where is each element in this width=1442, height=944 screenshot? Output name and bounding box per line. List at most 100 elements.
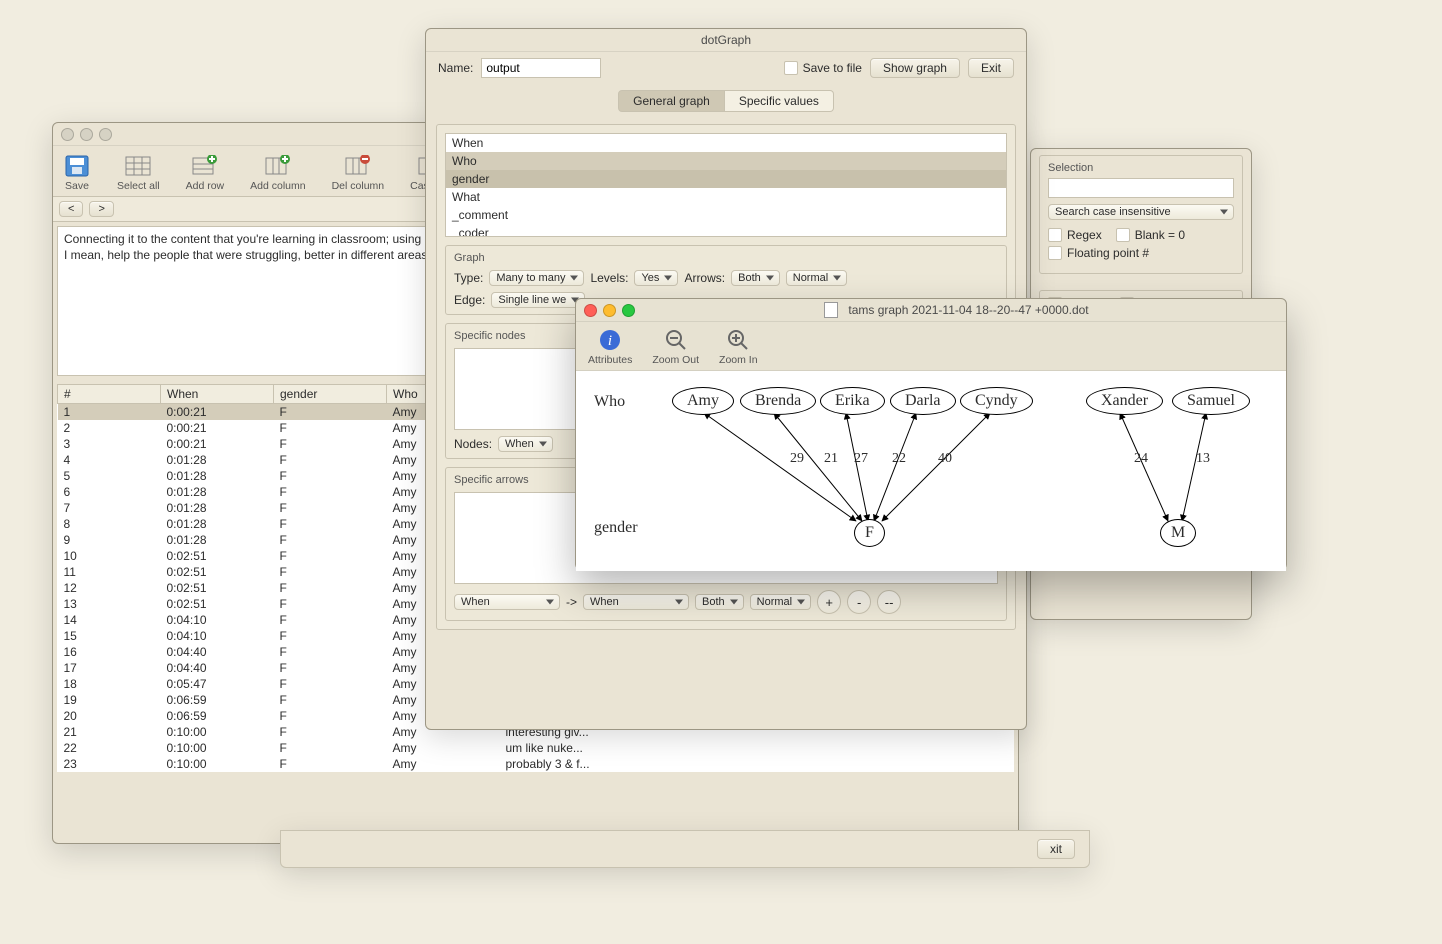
add-row-button[interactable]: Add row <box>186 154 225 192</box>
add-column-button[interactable]: Add column <box>250 154 305 192</box>
select-all-button[interactable]: Select all <box>117 154 160 192</box>
node-erika[interactable]: Erika <box>820 387 885 415</box>
edge-weight-brenda: 21 <box>824 451 838 467</box>
cell-gender: F <box>274 564 387 580</box>
node-brenda[interactable]: Brenda <box>740 387 816 415</box>
cell-gender: F <box>274 484 387 500</box>
minimize-icon[interactable] <box>603 304 616 317</box>
arrows-select-2[interactable]: Normal <box>786 270 847 286</box>
arrow-dir-select[interactable]: Both <box>695 594 744 610</box>
arrow-to-select[interactable]: When <box>583 594 689 610</box>
row-label-gender: gender <box>594 519 638 537</box>
col-header-idx[interactable]: # <box>58 385 161 404</box>
save-button[interactable]: Save <box>63 154 91 192</box>
arrow-from-select[interactable]: When <box>454 594 560 610</box>
attributes-label: Attributes <box>588 354 632 366</box>
field-list[interactable]: WhenWhogenderWhat_comment_coder <box>445 133 1007 237</box>
cell-when: 0:10:00 <box>161 724 274 740</box>
save-label: Save <box>65 180 89 192</box>
table-row[interactable]: 220:10:00FAmyum like nuke... <box>58 740 1014 756</box>
zoom-in-button[interactable]: Zoom In <box>719 328 758 366</box>
levels-select[interactable]: Yes <box>634 270 678 286</box>
cell-when: 0:05:47 <box>161 676 274 692</box>
row-label-who: Who <box>594 393 625 411</box>
dotgraph-title: dotGraph <box>434 33 1018 47</box>
regex-checkbox[interactable]: Regex <box>1048 228 1102 242</box>
zoom-icon[interactable] <box>99 128 112 141</box>
cell-idx: 15 <box>58 628 161 644</box>
selection-search-input[interactable] <box>1048 178 1234 198</box>
prev-button[interactable]: < <box>59 201 83 217</box>
edge-select[interactable]: Single line we <box>491 292 585 308</box>
add-row-label: Add row <box>186 180 225 192</box>
field-list-item[interactable]: gender <box>446 170 1006 188</box>
node-darla[interactable]: Darla <box>890 387 956 415</box>
cell-gender: F <box>274 468 387 484</box>
minimize-icon[interactable] <box>80 128 93 141</box>
cell-gender: F <box>274 532 387 548</box>
node-xander[interactable]: Xander <box>1086 387 1163 415</box>
cell-when: 0:00:21 <box>161 404 274 421</box>
cell-when: 0:02:51 <box>161 564 274 580</box>
field-list-item[interactable]: What <box>446 188 1006 206</box>
col-header-gender[interactable]: gender <box>274 385 387 404</box>
table-row[interactable]: 230:10:00FAmyprobably 3 & f... <box>58 756 1014 772</box>
del-column-label: Del column <box>332 180 385 192</box>
del-column-button[interactable]: Del column <box>332 154 385 192</box>
nodes-label: Nodes: <box>454 437 492 451</box>
document-icon <box>824 302 838 318</box>
field-list-item[interactable]: Who <box>446 152 1006 170</box>
node-f[interactable]: F <box>854 519 885 547</box>
graph-titlebar[interactable]: tams graph 2021-11-04 18--20--47 +0000.d… <box>576 299 1286 322</box>
field-list-item[interactable]: _coder <box>446 224 1006 237</box>
arrow-remove-all-button[interactable]: -- <box>877 590 901 614</box>
exit-button[interactable]: Exit <box>968 58 1014 78</box>
arrow-style-select[interactable]: Normal <box>750 594 811 610</box>
save-to-file-label: Save to file <box>803 61 862 75</box>
blank0-checkbox[interactable]: Blank = 0 <box>1116 228 1185 242</box>
show-graph-button[interactable]: Show graph <box>870 58 960 78</box>
float-checkbox[interactable]: Floating point # <box>1048 246 1149 260</box>
save-to-file-checkbox[interactable]: Save to file <box>784 61 862 75</box>
node-cyndy[interactable]: Cyndy <box>960 387 1033 415</box>
edge-weight-amy: 29 <box>790 451 804 467</box>
tab-specific-values[interactable]: Specific values <box>725 90 834 112</box>
node-amy[interactable]: Amy <box>672 387 734 415</box>
node-m[interactable]: M <box>1160 519 1196 547</box>
dotgraph-titlebar[interactable]: dotGraph <box>426 29 1026 52</box>
svg-text:i: i <box>608 333 612 349</box>
field-list-item[interactable]: _comment <box>446 206 1006 224</box>
attributes-button[interactable]: i Attributes <box>588 328 632 366</box>
node-samuel[interactable]: Samuel <box>1172 387 1250 415</box>
zoom-icon[interactable] <box>622 304 635 317</box>
zoom-out-button[interactable]: Zoom Out <box>652 328 699 366</box>
col-header-when[interactable]: When <box>161 385 274 404</box>
cell-when: 0:06:59 <box>161 708 274 724</box>
graph-section-title: Graph <box>454 252 998 264</box>
cell-when: 0:02:51 <box>161 596 274 612</box>
arrow-add-button[interactable]: + <box>817 590 841 614</box>
tab-general-graph[interactable]: General graph <box>618 90 725 112</box>
nodes-select[interactable]: When <box>498 436 553 452</box>
cell-idx: 2 <box>58 420 161 436</box>
cell-when: 0:01:28 <box>161 516 274 532</box>
close-icon[interactable] <box>584 304 597 317</box>
cell-gender: F <box>274 596 387 612</box>
type-select[interactable]: Many to many <box>489 270 584 286</box>
regex-label: Regex <box>1067 228 1102 242</box>
edge-weight-xander: 24 <box>1134 451 1148 467</box>
close-icon[interactable] <box>61 128 74 141</box>
cell-when: 0:04:10 <box>161 612 274 628</box>
name-input[interactable] <box>481 58 601 78</box>
cell-who: Amy <box>387 740 500 756</box>
exit-button-bg[interactable]: xit <box>1037 839 1075 859</box>
arrows-select-1[interactable]: Both <box>731 270 780 286</box>
next-button[interactable]: > <box>89 201 113 217</box>
cell-idx: 10 <box>58 548 161 564</box>
cell-when: 0:02:51 <box>161 580 274 596</box>
arrow-remove-button[interactable]: - <box>847 590 871 614</box>
field-list-item[interactable]: When <box>446 134 1006 152</box>
graph-canvas[interactable]: Who gender Amy Brenda Erika Darla Cyndy … <box>576 371 1286 571</box>
search-mode-select[interactable]: Search case insensitive <box>1048 204 1234 220</box>
cell-idx: 20 <box>58 708 161 724</box>
